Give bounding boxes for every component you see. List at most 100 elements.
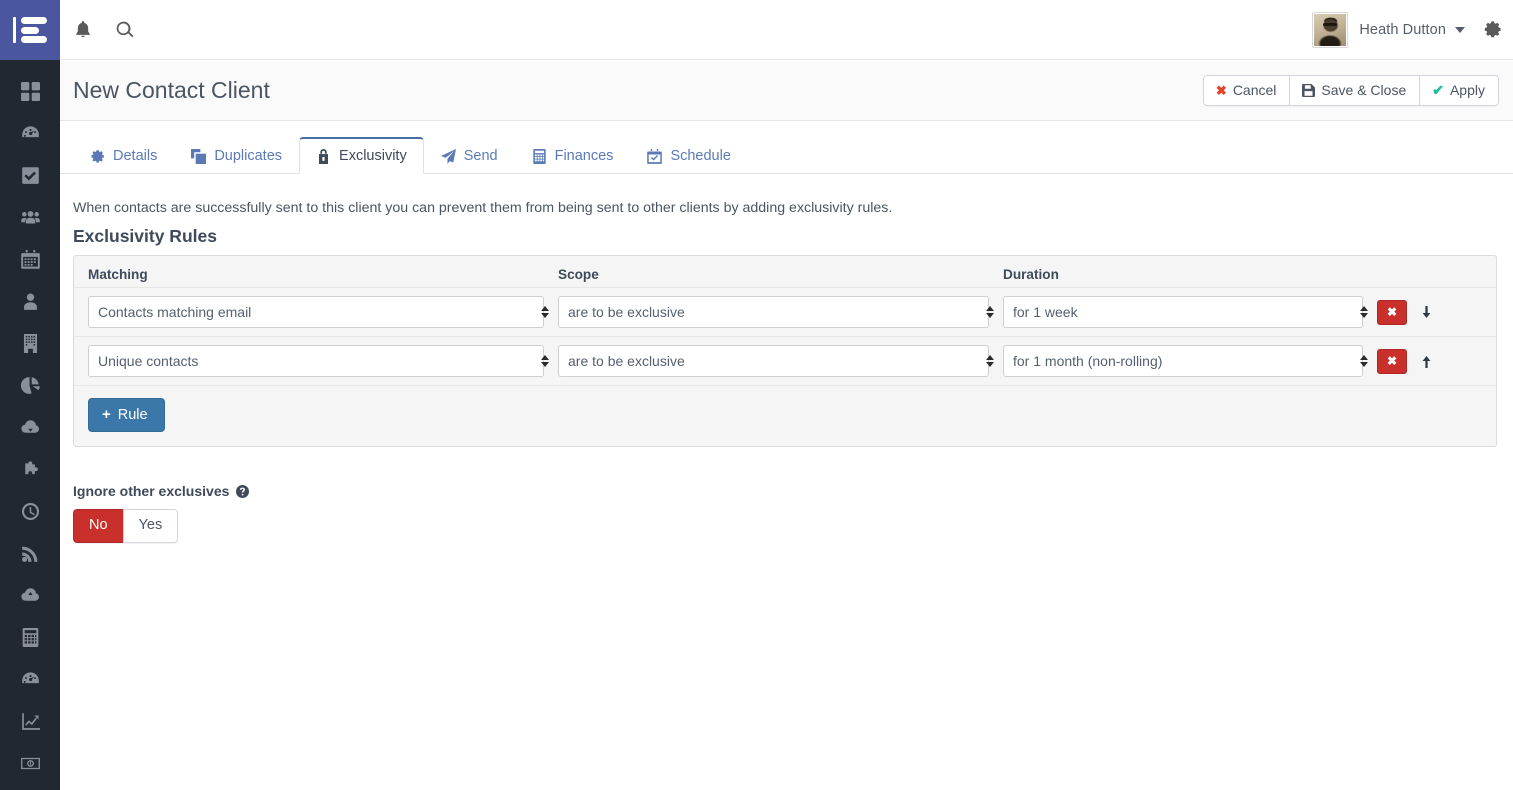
users-icon [20,208,40,227]
top-bar: Heath Dutton [60,0,1513,60]
column-header-duration: Duration [1003,267,1059,283]
building-icon [21,333,40,353]
sidebar-item-imports[interactable] [0,406,60,448]
apply-button-label: Apply [1449,82,1485,98]
money-icon [20,754,40,773]
floppy-disk-icon [1302,83,1316,97]
main-content: When contacts are successfully sent to t… [60,174,1513,790]
ignore-option-no[interactable]: No [73,509,123,543]
sidebar-item-integrations[interactable] [0,448,60,490]
tab-details[interactable]: Details [73,137,174,174]
arrow-up-icon [1420,354,1433,369]
calendar-icon [20,249,40,269]
logo-mark-icon [13,17,47,43]
bell-icon [74,20,92,39]
save-and-close-button[interactable]: Save & Close [1289,75,1420,106]
sidebar-item-companies[interactable] [0,322,60,364]
section-title: Exclusivity Rules [73,226,217,247]
chevron-down-icon [1455,26,1465,33]
settings-button[interactable] [1471,0,1513,60]
column-header-matching: Matching [88,267,148,283]
arrow-down-icon [1420,305,1433,320]
add-rule-button[interactable]: + Rule [88,398,165,433]
duration-select[interactable]: for 1 week [1003,296,1363,329]
rule-row-actions: ✖ [1377,348,1434,374]
calculator-icon [532,148,547,164]
ignore-other-exclusives-label-row: Ignore other exclusives [73,483,1498,499]
rules-footer: + Rule [74,385,1496,446]
save-and-close-button-label: Save & Close [1321,82,1407,98]
calendar-check-icon [647,148,663,164]
matching-select-wrap: Contacts matching email [88,296,558,329]
lock-icon [316,148,331,164]
line-chart-icon [21,712,40,731]
matching-select[interactable]: Unique contacts [88,345,544,378]
user-name-label: Heath Dutton [1359,21,1446,38]
tab-send[interactable]: Send [424,137,515,174]
move-rule-up-button[interactable] [1418,351,1434,371]
sidebar-item-performance[interactable] [0,112,60,154]
clone-icon [191,148,207,164]
search-button[interactable] [105,10,145,50]
duration-select-wrap: for 1 month (non-rolling) [1003,345,1377,378]
tab-details-label: Details [113,148,158,164]
grid-dashboard-icon [20,81,40,101]
paper-plane-icon [440,148,456,164]
clock-icon [21,502,40,521]
cloud-upload-icon [20,586,40,605]
rss-icon [21,544,40,563]
user-menu[interactable]: Heath Dutton [1312,11,1465,48]
duration-select[interactable]: for 1 month (non-rolling) [1003,345,1363,378]
user-icon [21,292,40,311]
rule-row-actions: ✖ [1377,299,1434,325]
app-logo[interactable] [0,0,60,60]
intro-text: When contacts are successfully sent to t… [73,200,893,216]
tab-duplicates[interactable]: Duplicates [174,137,299,174]
add-rule-button-label: Rule [117,406,148,423]
page-header: New Contact Client ✖ Cancel Save & Close… [60,61,1513,121]
scope-select[interactable]: are to be exclusive [558,345,989,378]
rules-column-headers: Matching Scope Duration [74,256,1496,287]
delete-rule-button[interactable]: ✖ [1377,299,1407,325]
sidebar-item-dashboard[interactable] [0,70,60,112]
app-root: Heath Dutton New Contact Client ✖ Cancel… [0,0,1513,790]
matching-select[interactable]: Contacts matching email [88,296,544,329]
sidebar-item-reports[interactable] [0,364,60,406]
puzzle-piece-icon [21,460,40,479]
sidebar-item-analytics[interactable] [0,700,60,742]
sidebar-item-contacts[interactable] [0,196,60,238]
tab-finances[interactable]: Finances [515,137,631,174]
sidebar-item-tasks[interactable] [0,154,60,196]
page-title: New Contact Client [73,77,270,103]
tab-send-label: Send [463,148,498,164]
times-icon: ✖ [1215,82,1227,98]
tab-schedule-label: Schedule [670,148,731,164]
apply-button[interactable]: ✔ Apply [1419,75,1499,106]
cancel-button[interactable]: ✖ Cancel [1202,75,1290,106]
gear-icon [90,149,105,164]
scope-select-wrap: are to be exclusive [558,345,1003,378]
sidebar-item-finances[interactable] [0,616,60,658]
sidebar-item-monitoring[interactable] [0,658,60,700]
question-circle-icon[interactable] [236,484,250,498]
tab-exclusivity[interactable]: Exclusivity [299,137,424,174]
move-rule-down-button[interactable] [1418,302,1434,322]
exclusivity-rules-panel: Matching Scope Duration Contacts matchin… [73,255,1497,448]
sidebar-item-calendar[interactable] [0,238,60,280]
sidebar-item-feeds[interactable] [0,532,60,574]
pie-chart-icon [20,376,40,395]
sidebar-item-history[interactable] [0,490,60,532]
sidebar-item-people[interactable] [0,280,60,322]
scope-select[interactable]: are to be exclusive [558,296,989,329]
cloud-download-icon [20,418,40,437]
ignore-option-yes[interactable]: Yes [122,509,179,543]
cancel-button-label: Cancel [1232,82,1277,98]
sidebar-item-exports[interactable] [0,574,60,616]
tachometer-icon [21,670,40,689]
tab-duplicates-label: Duplicates [214,148,283,164]
notifications-button[interactable] [63,10,103,50]
tab-schedule[interactable]: Schedule [630,137,747,174]
delete-rule-button[interactable]: ✖ [1377,348,1407,374]
sidebar-item-billing[interactable] [0,742,60,784]
rule-row: Contacts matching email are to be exclus… [74,287,1496,336]
